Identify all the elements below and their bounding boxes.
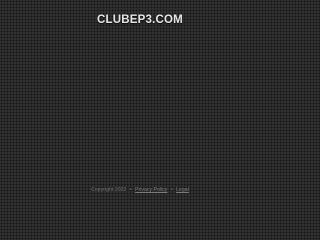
copyright-text: Copyright 2022 bbox=[91, 187, 127, 193]
footer: Copyright 2022 • Privacy Policy • Legal bbox=[0, 186, 280, 194]
legal-link[interactable]: Legal bbox=[176, 187, 189, 193]
footer-separator: • bbox=[129, 187, 132, 193]
privacy-policy-link[interactable]: Privacy Policy bbox=[135, 187, 167, 193]
footer-separator: • bbox=[170, 187, 173, 193]
site-title: CLUBEP3.COM bbox=[97, 14, 183, 26]
